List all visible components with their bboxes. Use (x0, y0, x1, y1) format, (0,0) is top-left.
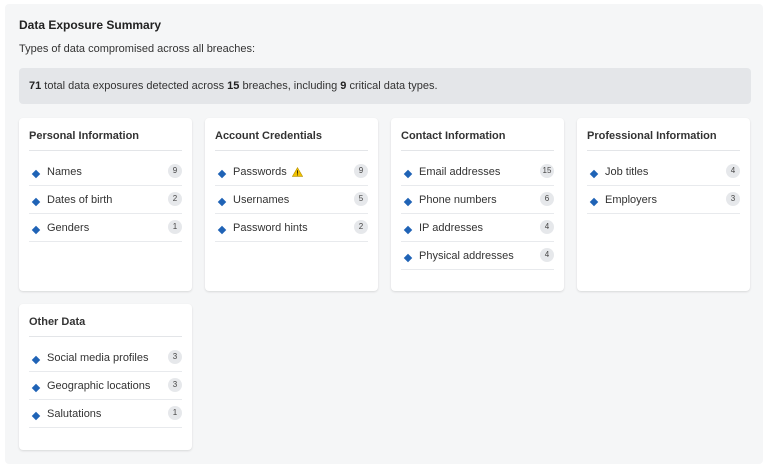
count-badge: 1 (168, 220, 182, 234)
divider (401, 150, 554, 151)
item-label: Passwords (233, 165, 287, 178)
category-title: Other Data (29, 316, 86, 328)
item-label: Physical addresses (419, 249, 514, 262)
summary-text-1: total data exposures detected across (41, 80, 228, 92)
list-item: Names 9 (29, 158, 182, 186)
item-label: Usernames (233, 193, 290, 206)
category-title: Account Credentials (215, 130, 322, 142)
diamond-bullet-icon (403, 225, 413, 235)
diamond-bullet-icon (217, 169, 227, 179)
list-item: Usernames 5 (215, 186, 368, 214)
count-badge: 2 (354, 220, 368, 234)
count-badge: 2 (168, 192, 182, 206)
diamond-bullet-icon (31, 197, 41, 207)
count-badge: 4 (540, 220, 554, 234)
total-exposures-count: 71 (29, 80, 42, 92)
item-label: Email addresses (419, 165, 501, 178)
list-item: Employers 3 (587, 186, 740, 214)
item-label: Names (47, 165, 82, 178)
list-item: Email addresses 15 (401, 158, 554, 186)
diamond-bullet-icon (217, 225, 227, 235)
count-badge: 15 (540, 164, 554, 178)
category-title: Personal Information (29, 130, 140, 142)
list-item: Physical addresses 4 (401, 242, 554, 270)
list-item: Geographic locations 3 (29, 372, 182, 400)
count-badge: 6 (540, 192, 554, 206)
item-label: Social media profiles (47, 351, 149, 364)
list-item: Passwords 9 (215, 158, 368, 186)
category-title: Contact Information (401, 130, 506, 142)
divider (29, 336, 182, 337)
list-item: Job titles 4 (587, 158, 740, 186)
diamond-bullet-icon (31, 355, 41, 365)
page-subtitle: Types of data compromised across all bre… (19, 43, 256, 55)
count-badge: 3 (168, 378, 182, 392)
divider (215, 150, 368, 151)
item-label: Dates of birth (47, 193, 113, 206)
summary-banner: 71 total data exposures detected across … (19, 68, 751, 104)
summary-text-3: critical data types. (346, 80, 438, 92)
category-title: Professional Information (587, 130, 717, 142)
diamond-bullet-icon (31, 411, 41, 421)
diamond-bullet-icon (31, 169, 41, 179)
breach-count: 15 (227, 80, 240, 92)
divider (587, 150, 740, 151)
page-title: Data Exposure Summary (19, 18, 162, 32)
item-label: Salutations (47, 407, 102, 420)
diamond-bullet-icon (589, 169, 599, 179)
count-badge: 5 (354, 192, 368, 206)
list-item: IP addresses 4 (401, 214, 554, 242)
list-item: Password hints 2 (215, 214, 368, 242)
divider (29, 150, 182, 151)
category-card-account-credentials: Account Credentials Passwords 9 Username… (205, 118, 378, 291)
count-badge: 9 (354, 164, 368, 178)
diamond-bullet-icon (217, 197, 227, 207)
count-badge: 9 (168, 164, 182, 178)
list-item: Social media profiles 3 (29, 344, 182, 372)
summary-text-2: breaches, including (239, 80, 341, 92)
diamond-bullet-icon (31, 383, 41, 393)
list-item: Phone numbers 6 (401, 186, 554, 214)
item-label: Job titles (605, 165, 649, 178)
item-label: Genders (47, 221, 90, 234)
item-label: Geographic locations (47, 379, 151, 392)
count-badge: 1 (168, 406, 182, 420)
diamond-bullet-icon (403, 197, 413, 207)
item-label: Password hints (233, 221, 308, 234)
list-item: Dates of birth 2 (29, 186, 182, 214)
warning-triangle-icon (291, 166, 303, 177)
item-label: Phone numbers (419, 193, 497, 206)
count-badge: 4 (540, 248, 554, 262)
category-card-professional-information: Professional Information Job titles 4 Em… (577, 118, 750, 291)
list-item: Salutations 1 (29, 400, 182, 428)
diamond-bullet-icon (31, 225, 41, 235)
list-item: Genders 1 (29, 214, 182, 242)
diamond-bullet-icon (589, 197, 599, 207)
count-badge: 4 (726, 164, 740, 178)
category-card-personal-information: Personal Information Names 9 Dates of bi… (19, 118, 192, 291)
item-label: IP addresses (419, 221, 484, 234)
count-badge: 3 (168, 350, 182, 364)
category-card-other-data: Other Data Social media profiles 3 Geogr… (19, 304, 192, 450)
count-badge: 3 (726, 192, 740, 206)
item-label: Employers (605, 193, 657, 206)
diamond-bullet-icon (403, 253, 413, 263)
diamond-bullet-icon (403, 169, 413, 179)
category-card-contact-information: Contact Information Email addresses 15 P… (391, 118, 564, 291)
